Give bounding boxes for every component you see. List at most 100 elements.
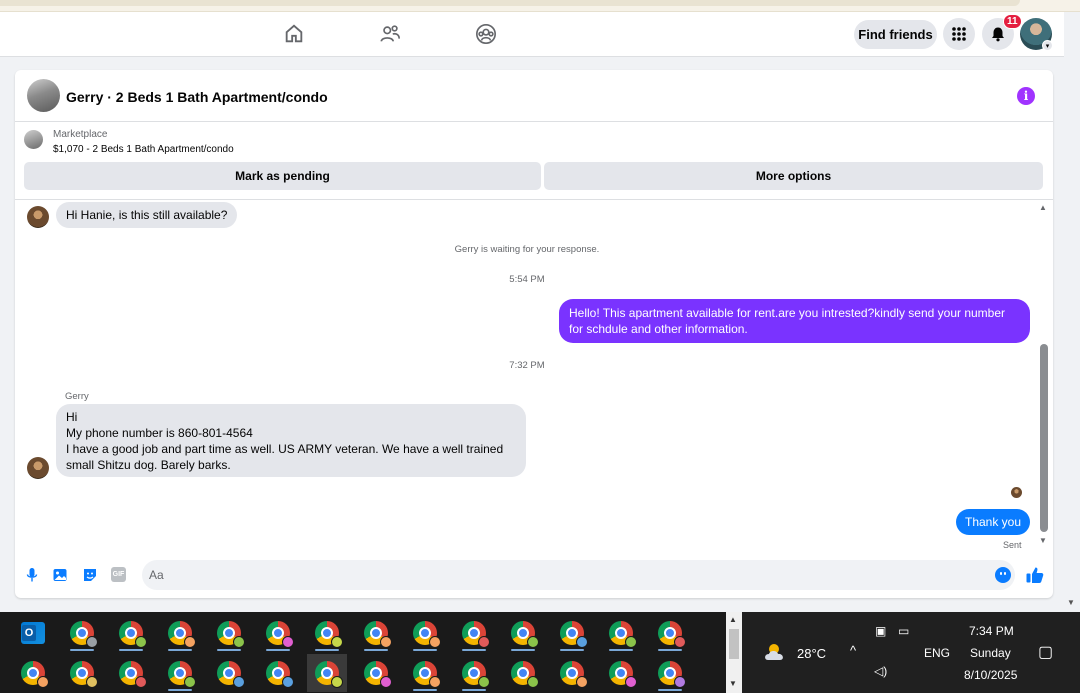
running-indicator [413, 649, 437, 651]
info-icon[interactable]: i [1017, 87, 1035, 105]
message-line: small Shitzu dog. Barely barks. [66, 458, 231, 472]
sender-avatar[interactable] [27, 457, 49, 479]
chrome-taskbar-icon[interactable] [307, 654, 347, 692]
chrome-icon [315, 661, 343, 688]
chat-scrollbar[interactable]: ▲ ▼ [1037, 201, 1051, 551]
scroll-up-arrow-icon[interactable]: ▲ [729, 615, 737, 624]
chat-window: Gerry · 2 Beds 1 Bath Apartment/condo i … [15, 70, 1053, 598]
chrome-icon [511, 621, 539, 648]
scroll-down-arrow-icon[interactable]: ▼ [729, 679, 737, 688]
language-indicator[interactable]: ENG [924, 646, 950, 660]
chrome-taskbar-icon[interactable] [258, 614, 298, 652]
chevron-up-icon[interactable]: ^ [850, 643, 856, 658]
chrome-icon [609, 661, 637, 688]
chrome-taskbar-icon[interactable] [13, 654, 53, 692]
chrome-icon [364, 661, 392, 688]
windows-taskbar: O ▲ ▼ 28°C ^ ▣ ▭ ◁) ENG 7:34 PM Sunday 8… [0, 612, 1080, 693]
page-scrollbar[interactable] [1064, 12, 1080, 610]
profile-badge-icon [527, 676, 539, 688]
chrome-icon [560, 621, 588, 648]
chrome-taskbar-icon[interactable] [601, 614, 641, 652]
taskbar-scroll-thumb[interactable] [729, 629, 739, 659]
profile-badge-icon [135, 676, 147, 688]
notification-center-icon[interactable]: ▢ [1038, 642, 1053, 662]
chrome-taskbar-icon[interactable] [209, 654, 249, 692]
chrome-taskbar-icon[interactable] [503, 614, 543, 652]
thumbs-up-icon[interactable] [1025, 565, 1045, 585]
running-indicator [266, 649, 290, 651]
scroll-down-arrow-icon[interactable]: ▼ [1067, 598, 1075, 607]
clock-time[interactable]: 7:34 PM [969, 624, 1014, 638]
running-indicator [511, 649, 535, 651]
chrome-taskbar-icon[interactable] [503, 654, 543, 692]
clock-date[interactable]: 8/10/2025 [964, 668, 1017, 682]
friends-icon[interactable] [378, 22, 402, 46]
chevron-down-icon[interactable]: ▾ [1042, 40, 1053, 51]
sticker-icon[interactable] [82, 567, 98, 583]
sender-avatar[interactable] [27, 206, 49, 228]
chrome-taskbar-icon[interactable] [62, 614, 102, 652]
chrome-taskbar-icon[interactable] [405, 614, 445, 652]
clock-day[interactable]: Sunday [970, 646, 1011, 660]
profile-badge-icon [380, 636, 392, 648]
chrome-taskbar-icon[interactable] [111, 614, 151, 652]
temperature[interactable]: 28°C [797, 646, 826, 661]
speaker-icon[interactable]: ◁) [874, 664, 887, 678]
microphone-icon[interactable] [24, 567, 40, 583]
chrome-taskbar-icon[interactable] [552, 614, 592, 652]
chat-avatar[interactable] [27, 79, 60, 112]
mark-as-pending-button[interactable]: Mark as pending [24, 162, 541, 190]
outgoing-message-line: for schdule and other information. [569, 322, 748, 336]
chrome-icon [413, 621, 441, 648]
chrome-taskbar-icon[interactable] [160, 614, 200, 652]
chat-scroll-thumb[interactable] [1040, 344, 1048, 532]
scroll-down-arrow-icon[interactable]: ▼ [1039, 536, 1047, 545]
chrome-taskbar-icon[interactable] [356, 614, 396, 652]
profile-badge-icon [674, 636, 686, 648]
profile-badge-icon [233, 676, 245, 688]
listing-label: Marketplace [53, 129, 108, 140]
chrome-taskbar-icon[interactable] [111, 654, 151, 692]
groups-icon[interactable] [474, 22, 498, 46]
listing-price-title[interactable]: $1,070 - 2 Beds 1 Bath Apartment/condo [53, 144, 234, 155]
chrome-taskbar-icon[interactable] [405, 654, 445, 692]
browser-tab-edge [0, 0, 1020, 6]
message-input[interactable] [142, 560, 1015, 590]
gif-icon[interactable]: GIF [111, 567, 126, 582]
chrome-taskbar-icon[interactable] [650, 654, 690, 692]
outlook-taskbar-icon[interactable]: O [13, 614, 53, 652]
running-indicator [315, 649, 339, 651]
running-indicator [168, 689, 192, 691]
chrome-taskbar-icon[interactable] [160, 654, 200, 692]
chrome-taskbar-icon[interactable] [552, 654, 592, 692]
taskbar-scrollbar[interactable]: ▲ ▼ [726, 612, 742, 693]
chrome-taskbar-icon[interactable] [454, 614, 494, 652]
timestamp: 5:54 PM [509, 274, 545, 285]
chrome-taskbar-icon[interactable] [601, 654, 641, 692]
partly-cloudy-icon[interactable] [762, 640, 790, 664]
timestamp: 7:32 PM [509, 360, 545, 371]
emoji-icon[interactable] [995, 567, 1011, 583]
chrome-taskbar-icon[interactable] [307, 614, 347, 652]
chrome-taskbar-icon[interactable] [209, 614, 249, 652]
chrome-taskbar-icon[interactable] [258, 654, 298, 692]
listing-thumbnail[interactable] [24, 130, 43, 149]
read-receipt-avatar [1011, 487, 1022, 498]
network-icon[interactable]: ▭ [898, 624, 909, 638]
scroll-up-arrow-icon[interactable]: ▲ [1039, 203, 1047, 212]
notification-badge: 11 [1003, 14, 1022, 29]
find-friends-button[interactable]: Find friends [854, 20, 937, 49]
home-icon[interactable] [282, 22, 306, 46]
chrome-taskbar-icon[interactable] [650, 614, 690, 652]
chrome-taskbar-icon[interactable] [356, 654, 396, 692]
chrome-icon [609, 621, 637, 648]
chrome-taskbar-icon[interactable] [62, 654, 102, 692]
meeting-icon[interactable]: ▣ [875, 624, 886, 638]
photo-icon[interactable] [52, 567, 68, 583]
chrome-taskbar-icon[interactable] [454, 654, 494, 692]
incoming-message: Hi My phone number is 860-801-4564 I hav… [56, 404, 526, 477]
chat-title[interactable]: Gerry · 2 Beds 1 Bath Apartment/condo [66, 89, 328, 105]
menu-grid-icon[interactable] [943, 18, 975, 50]
running-indicator [609, 649, 633, 651]
more-options-button[interactable]: More options [544, 162, 1043, 190]
